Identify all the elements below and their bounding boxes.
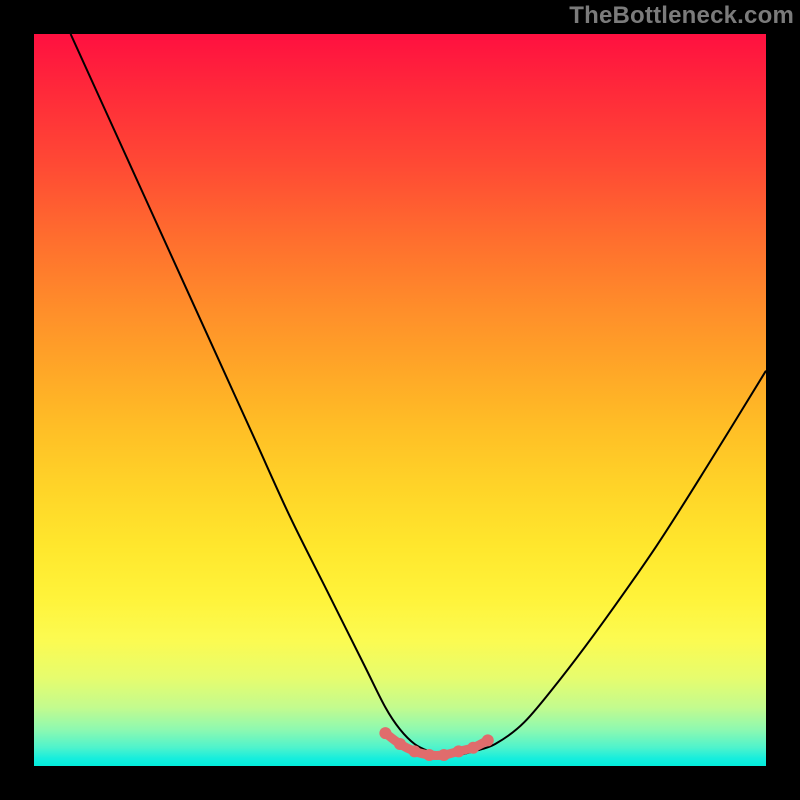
heat-gradient <box>34 34 766 766</box>
watermark-text: TheBottleneck.com <box>569 2 794 30</box>
plot-area <box>34 34 766 766</box>
chart-frame: TheBottleneck.com <box>0 0 800 800</box>
